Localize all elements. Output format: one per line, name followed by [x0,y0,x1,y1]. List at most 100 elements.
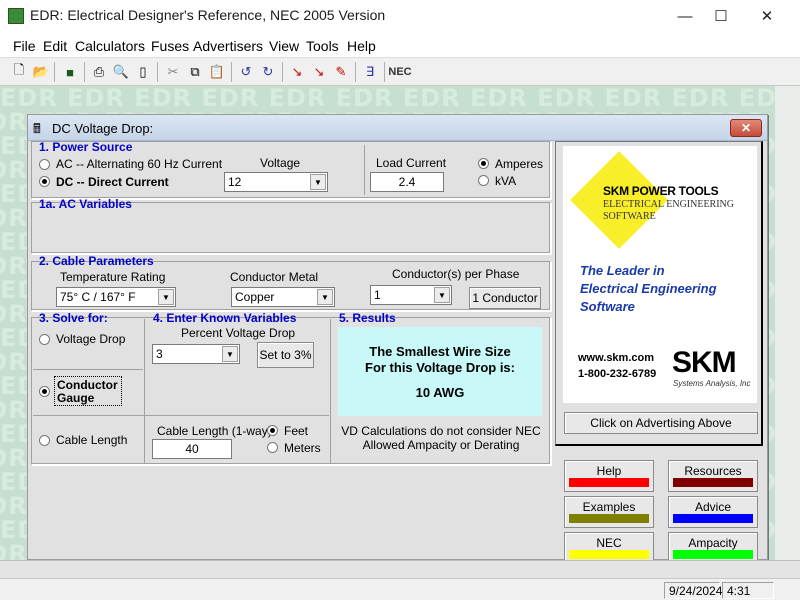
advertising-banner[interactable]: SKM POWER TOOLS ELECTRICAL ENGINEERING S… [563,146,757,403]
amperes-radio[interactable] [478,158,489,169]
menu-view[interactable]: View [269,38,299,54]
ad-slogan1: The Leader in [580,263,665,278]
results-box: The Smallest Wire Size For this Voltage … [338,327,542,416]
graph-edit-icon[interactable]: ✎ [330,61,352,83]
nec-button-label: NEC [596,536,622,550]
percent-voltage-drop-value: 3 [156,347,163,361]
cable-parameters-header: 2. Cable Parameters [39,254,154,268]
cable-length-label[interactable]: Cable Length [56,433,127,447]
resources-button[interactable]: Resources [668,460,758,492]
open-folder-icon[interactable]: 📂 [30,61,52,83]
chevron-down-icon[interactable]: ▼ [222,346,238,362]
results-note1: VD Calculations do not consider NEC [341,424,541,438]
chevron-down-icon[interactable]: ▼ [317,289,333,305]
dialog-close-button[interactable]: ✕ [730,119,762,137]
feet-label[interactable]: Feet [284,424,308,438]
divider [144,319,145,463]
dc-label[interactable]: DC -- Direct Current [56,175,169,189]
load-current-input[interactable]: 2.4 [370,172,444,192]
examples-button[interactable]: Examples [564,496,654,528]
rotate-left-icon[interactable]: ↺ [235,61,257,83]
ad-slogan2: Electrical Engineering [580,281,717,296]
skm-logo: SKM [672,346,737,379]
symbol-icon[interactable]: ∃ [359,61,381,83]
voltage-value: 12 [228,175,242,189]
cable-length-input[interactable]: 40 [152,439,232,459]
skm-logo-sub: Systems Analysis, Inc [673,379,751,388]
menu-calculators[interactable]: Calculators [75,38,145,54]
dc-radio[interactable] [39,176,50,187]
menu-tools[interactable]: Tools [306,38,339,54]
conductor-gauge-label[interactable]: Conductor Gauge [54,376,122,406]
workspace-scrollbar[interactable] [775,86,800,560]
power-source-header: 1. Power Source [39,140,133,154]
color-bar [673,514,753,523]
menu-help[interactable]: Help [347,38,376,54]
ac-radio[interactable] [39,159,50,170]
conductor-gauge-radio[interactable] [39,386,50,397]
chevron-down-icon[interactable]: ▼ [434,287,450,303]
menu-edit[interactable]: Edit [43,38,67,54]
cable-length-radio[interactable] [39,435,50,446]
divider [364,145,365,195]
meters-radio[interactable] [267,442,278,453]
conductor-metal-value: Copper [235,290,275,304]
kva-radio[interactable] [478,175,489,186]
cut-icon[interactable]: ✂ [162,61,184,83]
one-conductor-button[interactable]: 1 Conductor [469,287,541,309]
divider [33,369,143,370]
print-icon[interactable]: ⎙ [88,61,110,83]
menu-fuses[interactable]: Fuses [151,38,189,54]
copy-icon[interactable]: ⧉ [184,61,206,83]
horizontal-scrollbar[interactable] [0,560,800,578]
conductor-gauge-line2: Gauge [57,391,95,405]
percent-voltage-drop-label: Percent Voltage Drop [181,326,296,340]
voltage-drop-radio[interactable] [39,334,50,345]
meters-label[interactable]: Meters [284,441,321,455]
divider [33,415,329,416]
feet-radio[interactable] [267,425,278,436]
menu-advertisers[interactable]: Advertisers [193,38,263,54]
new-file-icon[interactable]: 🗋 [8,61,30,83]
page-setup-icon[interactable]: ▯ [132,61,154,83]
paste-icon[interactable]: 📋 [206,61,228,83]
print-preview-icon[interactable]: 🔍 [110,61,132,83]
status-bar: 9/24/2024 4:31 PM [0,578,800,600]
voltage-label: Voltage [260,156,301,170]
menu-file[interactable]: File [13,38,36,54]
chevron-down-icon[interactable]: ▼ [158,289,174,305]
conductors-per-phase-select[interactable]: 1 ▼ [370,285,452,305]
graph-alt-icon[interactable]: ↘ [308,61,330,83]
voltage-select[interactable]: 12 ▼ [224,172,328,192]
amperes-label[interactable]: Amperes [495,157,543,171]
help-button[interactable]: Help [564,460,654,492]
results-note2: Allowed Ampacity or Derating [362,438,520,452]
conductor-metal-select[interactable]: Copper ▼ [231,287,335,307]
rotate-right-icon[interactable]: ↻ [257,61,279,83]
voltage-drop-label[interactable]: Voltage Drop [56,332,125,346]
click-on-advertising-button[interactable]: Click on Advertising Above [564,412,758,434]
ad-slogan3: Software [580,299,635,314]
set-to-3-percent-button[interactable]: Set to 3% [257,342,314,368]
ac-label[interactable]: AC -- Alternating 60 Hz Current [56,157,222,171]
ad-sub2: SOFTWARE [603,211,656,222]
color-bar [569,550,649,559]
save-icon[interactable]: ■ [59,61,81,83]
percent-voltage-drop-select[interactable]: 3 ▼ [152,344,240,364]
color-bar [673,478,753,487]
calculator-icon: 🖩 [33,121,41,136]
maximize-button[interactable]: ☐ [698,0,744,32]
temperature-select[interactable]: 75° C / 167° F ▼ [56,287,176,307]
window-title: EDR: Electrical Designer's Reference, NE… [30,7,386,23]
resources-button-label: Resources [684,464,742,478]
advice-button[interactable]: Advice [668,496,758,528]
chevron-down-icon[interactable]: ▼ [310,174,326,190]
graph-icon[interactable]: ↘ [286,61,308,83]
nec-toolbar-button[interactable]: NEC [388,61,412,83]
divider [330,319,331,463]
close-button[interactable]: ✕ [744,0,790,32]
dialog-title: DC Voltage Drop: [52,121,154,136]
kva-label[interactable]: kVA [495,174,516,188]
status-date: 9/24/2024 [664,582,722,599]
results-line2: For this Voltage Drop is: [365,360,515,375]
